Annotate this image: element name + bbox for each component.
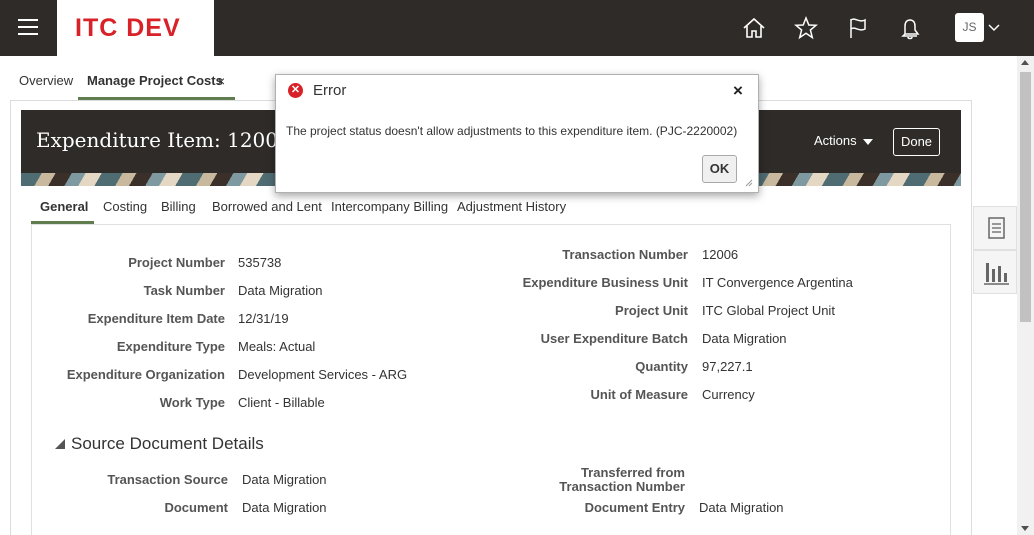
field-label: Transaction Source	[107, 472, 228, 487]
subtab-adjustment-history[interactable]: Adjustment History	[457, 199, 566, 214]
field-value: 97,227.1	[702, 359, 753, 374]
field-value: Data Migration	[242, 472, 327, 487]
field-label: Work Type	[159, 395, 225, 410]
field-label: Quantity	[635, 359, 688, 374]
field-value: ITC Global Project Unit	[702, 303, 835, 318]
field-label: Expenditure Organization	[66, 367, 225, 382]
page-title: Expenditure Item: 12006	[36, 128, 291, 152]
actions-menu-button[interactable]: Actions	[814, 133, 873, 148]
navigator-menu-icon[interactable]	[18, 19, 38, 37]
scroll-down-icon[interactable]	[1021, 526, 1029, 531]
close-tab-icon[interactable]: ×	[217, 73, 225, 89]
tab-manage-project-costs[interactable]: Manage Project Costs	[87, 73, 223, 88]
bar-chart-icon	[984, 263, 1009, 285]
field-value: Currency	[702, 387, 755, 402]
document-icon	[988, 217, 1005, 239]
home-icon[interactable]	[740, 14, 768, 42]
close-icon[interactable]: ×	[733, 81, 743, 101]
dialog-message: The project status doesn't allow adjustm…	[286, 124, 738, 138]
side-tool-document[interactable]	[973, 206, 1017, 250]
field-value: Development Services - ARG	[238, 367, 408, 382]
field-value: 535738	[238, 255, 282, 270]
field-label: Unit of Measure	[590, 387, 688, 402]
field-label: Expenditure Item Date	[87, 311, 225, 326]
scrollbar-thumb[interactable]	[1020, 72, 1031, 322]
field-value: Data Migration	[702, 331, 787, 346]
tab-overview[interactable]: Overview	[19, 73, 73, 88]
ok-button[interactable]: OK	[702, 155, 737, 183]
resize-grip-icon[interactable]	[743, 177, 753, 187]
favorites-star-icon[interactable]	[792, 14, 820, 42]
field-value: Data Migration	[242, 500, 327, 515]
field-value: Data Migration	[699, 500, 784, 515]
field-label: User Expenditure Batch	[540, 331, 688, 346]
field-label: Document	[164, 500, 228, 515]
field-label: Expenditure Business Unit	[522, 275, 688, 290]
field-value: Client - Billable	[238, 395, 325, 410]
field-label: Transaction Number	[562, 247, 688, 262]
field-label: Project Unit	[615, 303, 688, 318]
field-value: Data Migration	[238, 283, 323, 298]
subtab-costing[interactable]: Costing	[103, 199, 147, 214]
done-button[interactable]: Done	[893, 128, 940, 156]
collapse-triangle-icon[interactable]	[55, 439, 65, 449]
caret-down-icon	[862, 138, 873, 145]
field-label: Transaction Number	[559, 479, 685, 494]
subtab-general[interactable]: General	[40, 199, 88, 214]
error-dialog: ✕ Error × The project status doesn't all…	[275, 74, 759, 193]
field-value: 12006	[702, 247, 739, 262]
notifications-bell-icon[interactable]	[896, 14, 924, 42]
actions-label: Actions	[814, 133, 857, 148]
dialog-title: Error	[313, 82, 347, 99]
field-label: Expenditure Type	[116, 339, 225, 354]
field-label: Transferred from	[580, 465, 685, 480]
field-label: Task Number	[143, 283, 225, 298]
source-document-details-header[interactable]: Source Document Details	[55, 434, 264, 454]
scroll-up-icon[interactable]	[1021, 60, 1029, 65]
subtab-billing[interactable]: Billing	[161, 199, 196, 214]
error-icon: ✕	[288, 83, 303, 98]
subtab-intercompany-billing[interactable]: Intercompany Billing	[331, 199, 448, 214]
field-label: Project Number	[128, 255, 225, 270]
subtab-borrowed-and-lent[interactable]: Borrowed and Lent	[212, 199, 322, 214]
watchlist-flag-icon[interactable]	[844, 14, 872, 42]
brand-logo[interactable]: ITC DEV	[57, 0, 214, 56]
field-value: IT Convergence Argentina	[702, 275, 853, 290]
page-scrollbar[interactable]	[1017, 56, 1034, 535]
field-value: 12/31/19	[238, 311, 289, 326]
section-title: Source Document Details	[71, 434, 264, 453]
brand-name: ITC DEV	[75, 14, 181, 42]
side-tool-analytics[interactable]	[973, 250, 1017, 294]
field-label: Document Entry	[584, 500, 685, 515]
user-avatar[interactable]: JS	[955, 13, 984, 42]
field-value: Meals: Actual	[238, 339, 316, 354]
global-header: ITC DEV JS	[0, 0, 1034, 56]
chevron-down-icon[interactable]	[987, 20, 1001, 34]
